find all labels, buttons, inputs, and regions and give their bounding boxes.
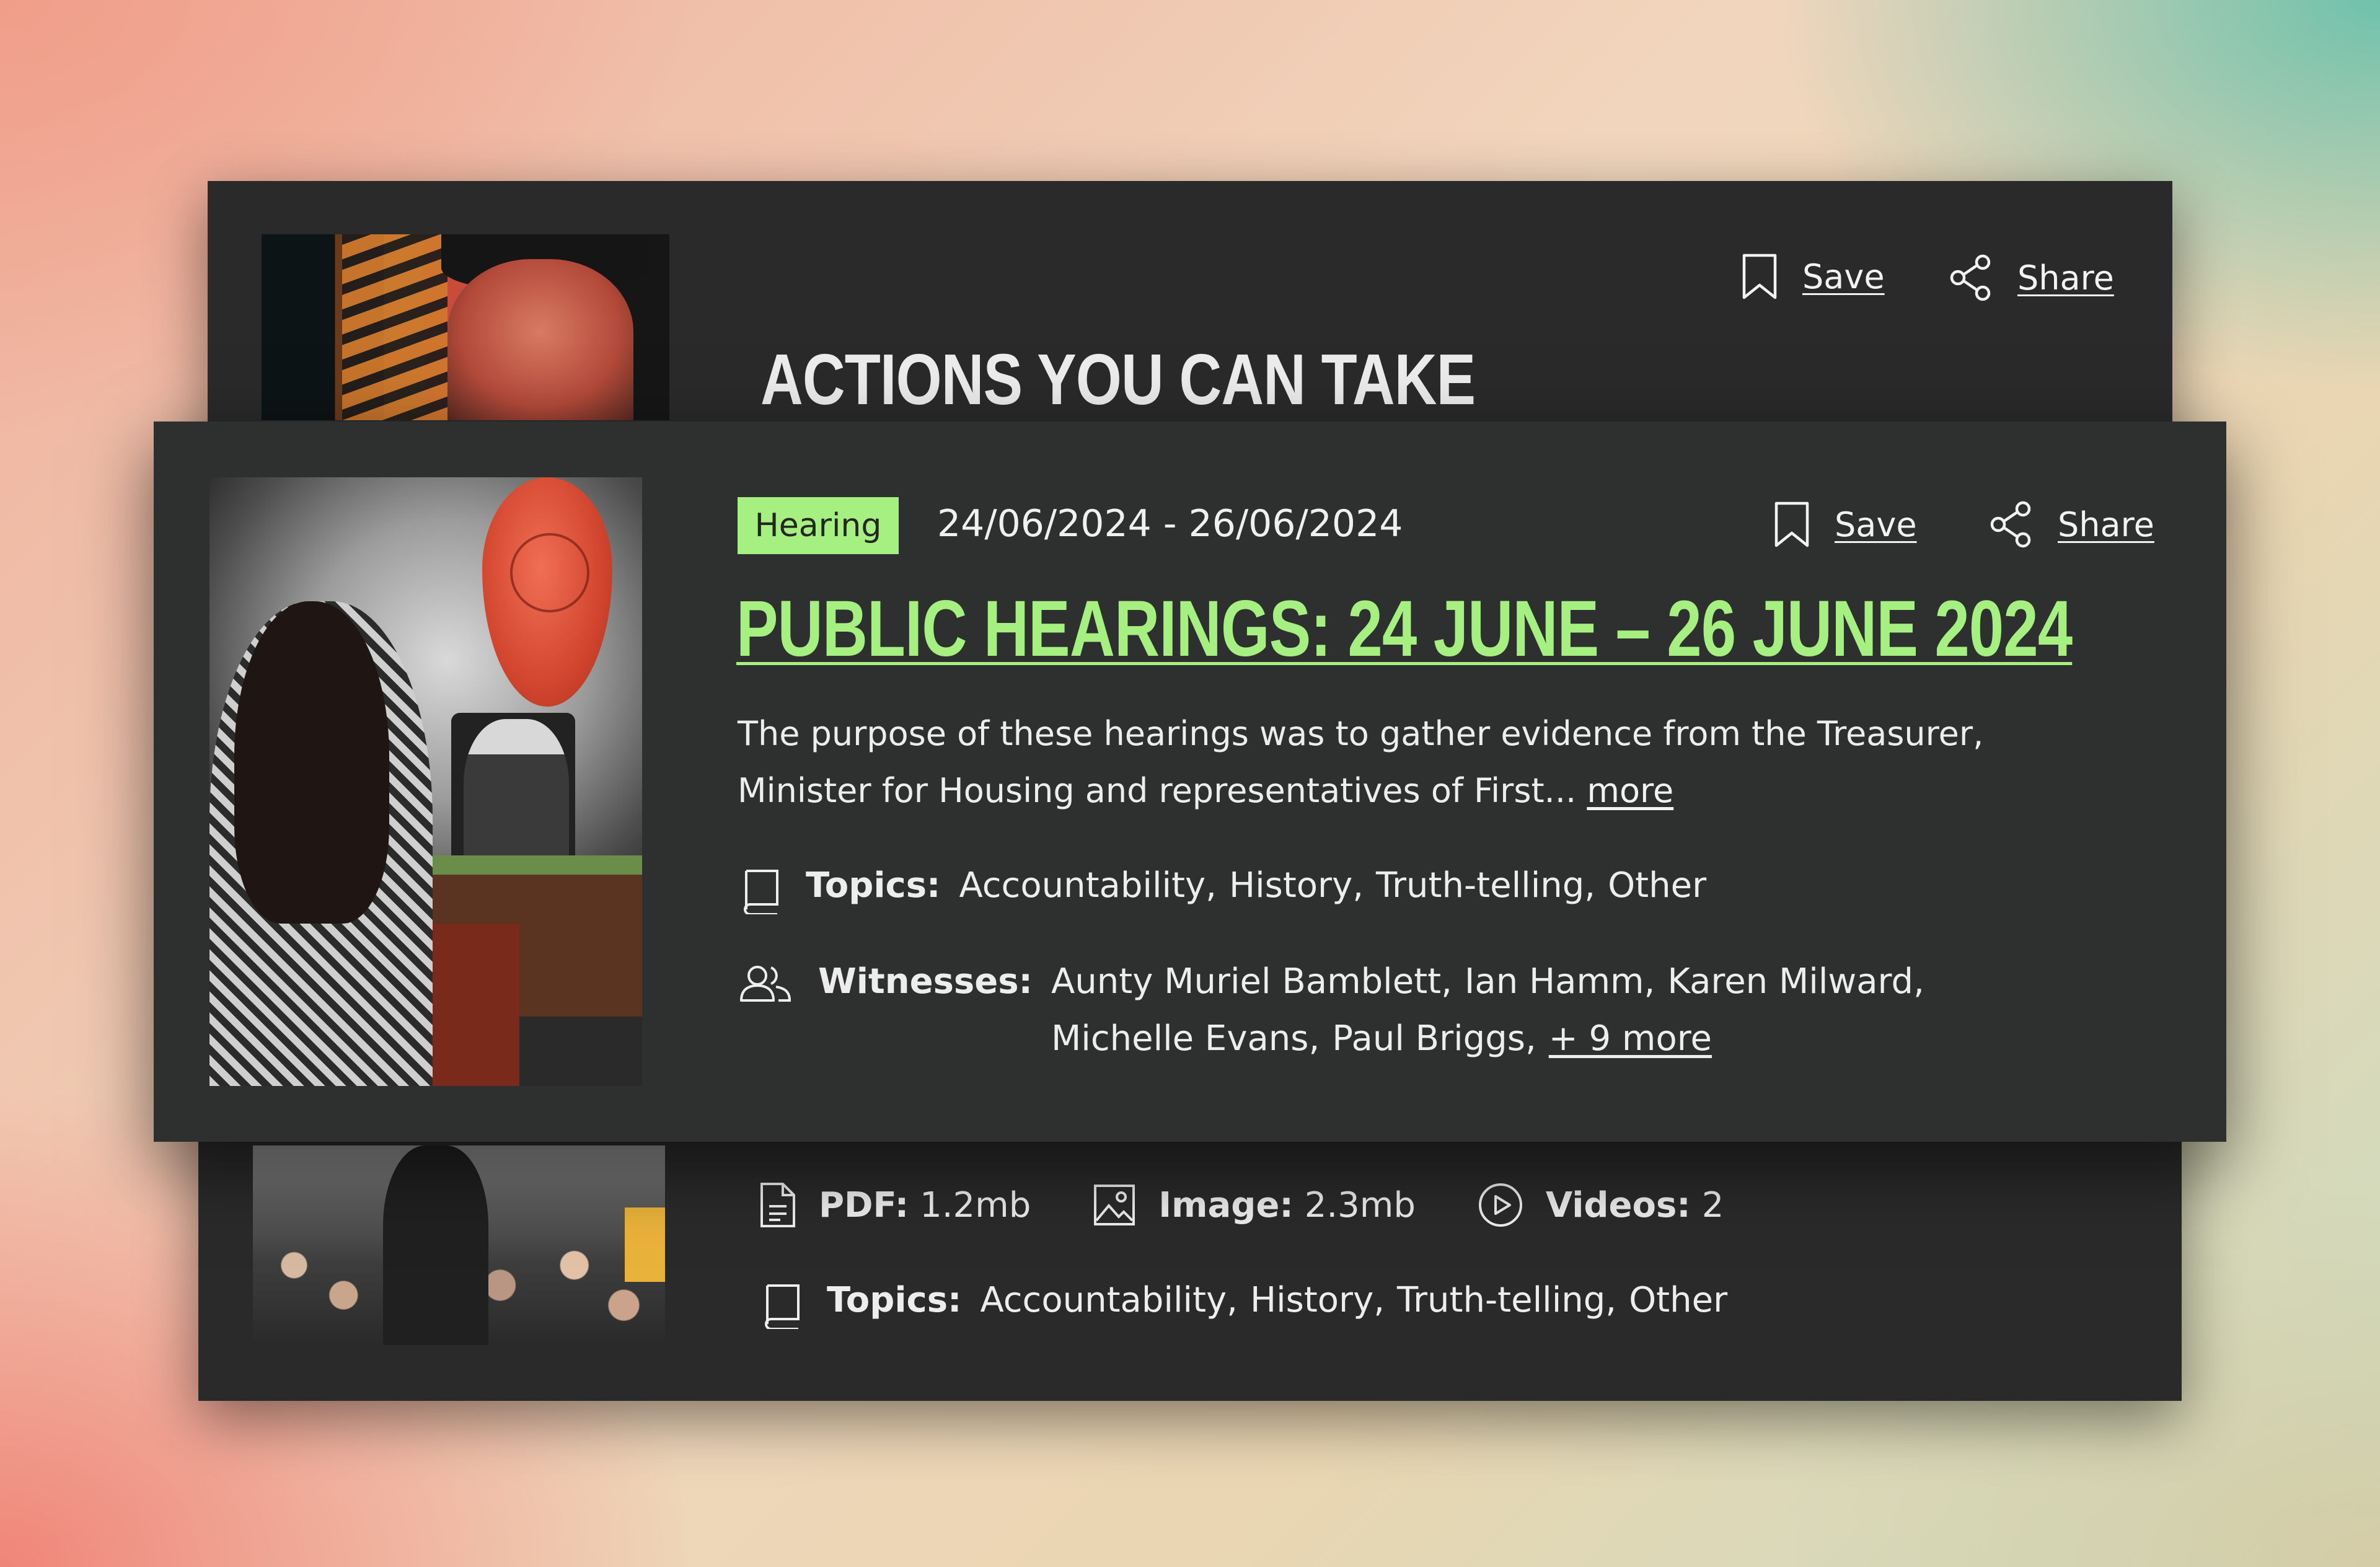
hearing-dates: 24/06/2024 - 26/06/2024	[937, 502, 1403, 545]
actions-heading: ACTIONS YOU CAN TAKE	[760, 339, 1476, 420]
videos-count: 2	[1701, 1185, 1724, 1225]
witnesses-more-link[interactable]: + 9 more	[1549, 1010, 1712, 1067]
pdf-file-icon	[760, 1183, 795, 1227]
witness-item[interactable]: Aunty Muriel Bamblett,	[1051, 953, 1452, 1010]
hearing-witnesses: Witnesses: Aunty Muriel Bamblett, Ian Ha…	[738, 953, 2018, 1067]
witnesses-label: Witnesses:	[818, 961, 1033, 1002]
topic-item[interactable]: Accountability,	[959, 857, 1217, 914]
file-attachments: PDF: 1.2mb Image: 2.3mb Videos: 2	[759, 1181, 1786, 1229]
pdf-size: 1.2mb	[920, 1185, 1031, 1225]
more-link[interactable]: more	[1587, 771, 1673, 810]
witness-item[interactable]: Karen Milward,	[1667, 953, 1924, 1010]
save-label: Save	[1802, 257, 1885, 296]
topic-item[interactable]: Accountability,	[980, 1272, 1238, 1329]
witnesses-list: Aunty Muriel Bamblett, Ian Hamm, Karen M…	[1051, 953, 2018, 1067]
book-icon	[744, 870, 778, 914]
image-size: 2.3mb	[1304, 1185, 1416, 1225]
thumbnail-sign	[625, 1207, 665, 1282]
topic-item[interactable]: History,	[1250, 1272, 1385, 1329]
bookmark-icon	[1742, 254, 1777, 299]
book-icon	[765, 1284, 800, 1329]
hearing-save-button[interactable]: Save	[1774, 501, 1917, 548]
thumbnail-person	[383, 1145, 488, 1345]
share-label: Share	[2058, 505, 2154, 544]
topics-list: Accountability, History, Truth-telling, …	[959, 857, 1719, 914]
witness-item[interactable]: Paul Briggs,	[1332, 1010, 1536, 1067]
topics-list: Accountability, History, Truth-telling, …	[980, 1272, 1740, 1329]
description-text: The purpose of these hearings was to gat…	[738, 714, 1984, 810]
save-label: Save	[1835, 505, 1917, 544]
share-label: Share	[2017, 258, 2114, 298]
hearing-title-link[interactable]: PUBLIC HEARINGS: 24 JUNE – 26 JUNE 2024	[736, 586, 2073, 673]
thumbnail-face	[447, 259, 633, 420]
thumbnail-emblem	[482, 477, 612, 707]
image-icon	[1094, 1185, 1135, 1225]
topic-item[interactable]: History,	[1229, 857, 1364, 914]
hearing-description: The purpose of these hearings was to gat…	[738, 705, 2070, 819]
topic-item[interactable]: Truth-telling,	[1397, 1272, 1616, 1329]
videos-attachment[interactable]: Videos: 2	[1478, 1182, 1724, 1228]
thumbnail-stripes	[342, 234, 447, 420]
emblem-ring	[510, 533, 589, 612]
actions-share-button[interactable]: Share	[1949, 254, 2114, 301]
videos-label: Videos:	[1545, 1185, 1691, 1225]
people-icon	[740, 966, 791, 1002]
hearing-topics: Topics: Accountability, History, Truth-t…	[741, 857, 1719, 914]
topic-item[interactable]: Other	[1629, 1272, 1727, 1329]
topics-label: Topics:	[827, 1280, 962, 1320]
bookmark-icon	[1774, 501, 1809, 547]
actions-save-button[interactable]: Save	[1742, 253, 1885, 300]
share-icon	[1950, 254, 1991, 301]
hearing-card-thumbnail[interactable]	[209, 477, 642, 1086]
pdf-attachment[interactable]: PDF: 1.2mb	[759, 1181, 1031, 1229]
category-badge: Hearing	[738, 497, 899, 554]
hearing-share-button[interactable]: Share	[1990, 501, 2154, 548]
play-icon	[1478, 1183, 1522, 1227]
image-attachment[interactable]: Image: 2.3mb	[1093, 1183, 1416, 1227]
actions-card-thumbnail[interactable]	[262, 234, 669, 420]
resources-card-thumbnail[interactable]	[253, 1145, 665, 1345]
share-icon	[1990, 501, 2031, 548]
witness-item[interactable]: Michelle Evans,	[1051, 1010, 1320, 1067]
pdf-label: PDF:	[819, 1185, 909, 1225]
topic-item[interactable]: Truth-telling,	[1376, 857, 1595, 914]
resources-topics: Topics: Accountability, History, Truth-t…	[762, 1272, 1740, 1329]
thumbnail-woman-hair	[234, 601, 389, 924]
topic-item[interactable]: Other	[1608, 857, 1706, 914]
witness-item[interactable]: Ian Hamm,	[1465, 953, 1655, 1010]
image-label: Image:	[1158, 1185, 1294, 1225]
topics-label: Topics:	[806, 865, 941, 906]
